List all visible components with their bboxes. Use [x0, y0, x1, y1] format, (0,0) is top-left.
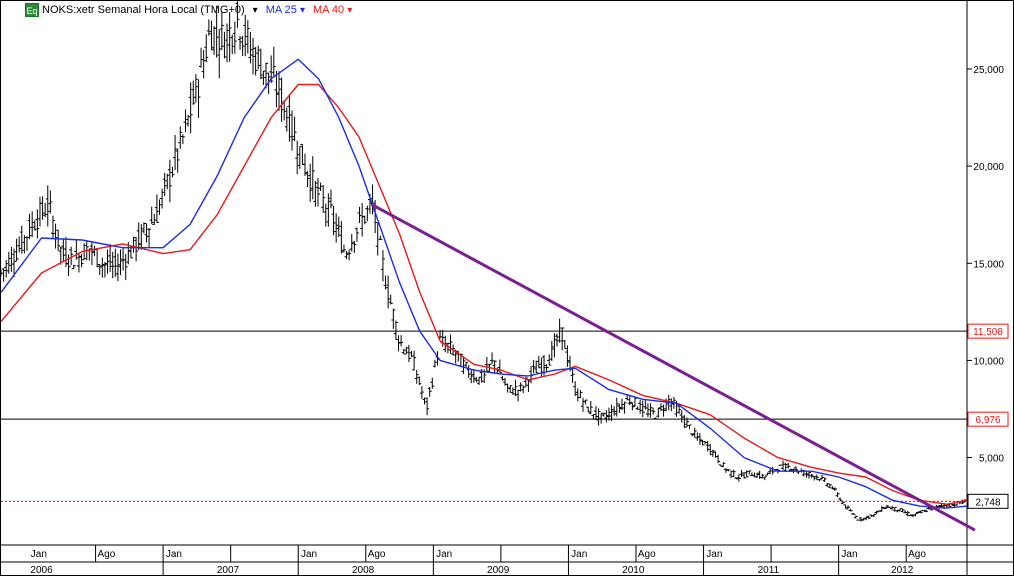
outer-frame	[0, 0, 1014, 576]
symbol-title: NOKS:xetr Semanal Hora Local (TMG+0)	[42, 4, 245, 16]
price-marker-label: 11,508	[973, 327, 1003, 338]
year-label: 2011	[758, 565, 780, 576]
ma-slow-dropdown-icon: ▾	[347, 5, 353, 16]
equity-badge: Eq	[25, 3, 39, 17]
price-bars	[0, 1, 967, 522]
chart: 25,000 20,000 15,000 10,000 5,000 11,508 6,976…	[0, 0, 1014, 576]
month-label: Jan	[841, 549, 857, 560]
year-label: 2010	[622, 565, 645, 576]
ma-fast-dropdown-icon: ▾	[299, 5, 305, 16]
month-label: Jan	[166, 549, 182, 560]
y-tick-label: 20,000	[973, 162, 1004, 173]
month-label: Jan	[301, 549, 317, 560]
ma-fast-label: MA 25	[265, 4, 297, 16]
symbol-dropdown-icon[interactable]: ▾	[253, 5, 258, 16]
ma-fast-legend[interactable]: MA 25 ▾	[266, 4, 305, 16]
y-tick-label: 15,000	[973, 259, 1004, 270]
month-label: Ago	[638, 549, 656, 560]
y-tick-label: 5,000	[979, 454, 1004, 465]
year-label: 2007	[217, 565, 240, 576]
month-label: Jan	[571, 549, 587, 560]
month-label: Ago	[368, 549, 386, 560]
y-tick-label: 10,000	[973, 356, 1004, 367]
month-label: Ago	[97, 549, 115, 560]
chart-header: NOKS:xetr Semanal Hora Local (TMG+0) ▾ M…	[42, 3, 352, 17]
year-label: 2006	[30, 565, 53, 576]
month-label: Jan	[31, 549, 47, 560]
month-label: Jan	[436, 549, 452, 560]
chart-svg: 25,000 20,000 15,000 10,000 5,000 11,508 6,976…	[0, 0, 1014, 576]
price-marker-label: 6,976	[975, 415, 1000, 426]
year-label: 2008	[352, 565, 375, 576]
month-label: Ago	[908, 549, 926, 560]
ma-slow-line	[0, 83, 968, 505]
year-label: 2009	[487, 565, 510, 576]
price-marker-label: 2,748	[975, 497, 1000, 508]
ma-slow-legend[interactable]: MA 40 ▾	[313, 4, 352, 16]
ma-fast-line	[0, 58, 968, 509]
ma-slow-label: MA 40	[312, 4, 345, 16]
month-label: Jan	[706, 549, 722, 560]
year-label: 2012	[891, 565, 914, 576]
y-tick-label: 25,000	[973, 65, 1004, 76]
